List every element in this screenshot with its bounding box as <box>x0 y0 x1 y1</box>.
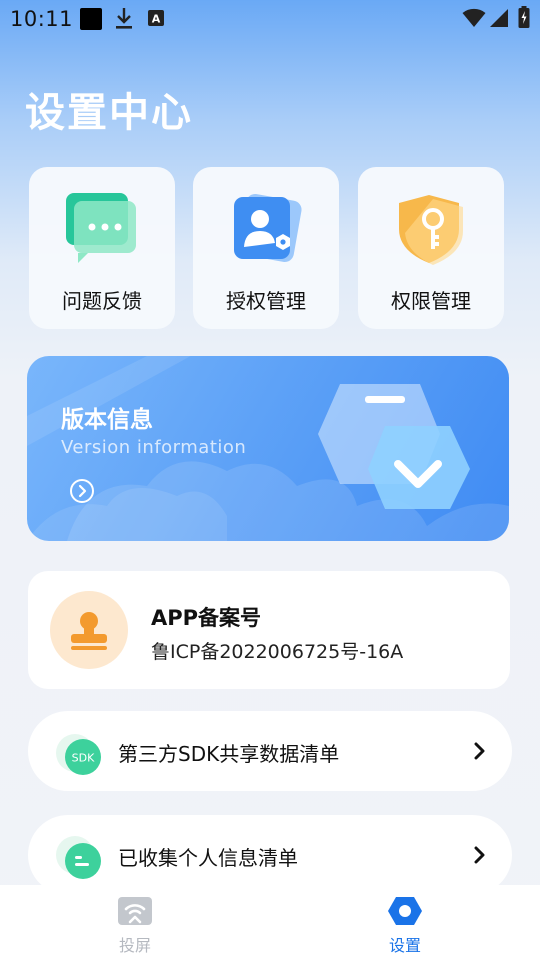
signal-icon <box>490 9 508 27</box>
svg-text:A: A <box>152 13 161 26</box>
personal-info-label: 已收集个人信息清单 <box>118 846 298 870</box>
input-method-icon: A <box>148 10 164 26</box>
bottom-nav: 投屏 设置 <box>0 885 540 960</box>
sdk-sharing-label: 第三方SDK共享数据清单 <box>118 742 340 766</box>
version-subtitle: Version information <box>61 437 247 458</box>
sdk-sharing-list-item[interactable]: SDK 第三方SDK共享数据清单 <box>28 711 512 791</box>
stamp-icon <box>50 591 128 669</box>
version-title: 版本信息 <box>61 407 153 433</box>
battery-charging-icon <box>518 6 530 28</box>
info-list-icon <box>56 836 101 879</box>
chat-bubble-icon <box>66 193 136 263</box>
wifi-icon <box>462 8 486 27</box>
settings-hexagon-icon <box>388 897 422 925</box>
record-title: APP备案号 <box>151 606 262 630</box>
status-time: 10:11 <box>10 7 74 31</box>
circle-arrow-right-icon[interactable] <box>69 478 95 504</box>
tab-cast-label: 投屏 <box>118 936 151 955</box>
authorization-card[interactable]: 授权管理 <box>193 167 339 329</box>
authorization-label: 授权管理 <box>226 289 306 313</box>
tab-settings[interactable]: 设置 <box>335 885 475 960</box>
feedback-card[interactable]: 问题反馈 <box>29 167 175 329</box>
shield-key-icon <box>399 195 463 265</box>
permission-label: 权限管理 <box>391 289 471 313</box>
version-info-card[interactable]: 版本信息 Version information <box>27 356 509 541</box>
cast-screen-icon <box>118 897 152 925</box>
personal-info-list-item[interactable]: 已收集个人信息清单 <box>28 815 512 895</box>
status-bar: 10:11 A <box>0 0 540 38</box>
chevron-right-icon <box>474 846 485 864</box>
sdk-icon-text: SDK <box>72 752 95 765</box>
user-auth-icon <box>234 194 302 262</box>
record-number: 鲁ICP备2022006725号-16A <box>151 641 404 663</box>
sdk-icon: SDK <box>56 734 101 775</box>
notification-square-icon <box>80 8 102 30</box>
tab-settings-label: 设置 <box>388 936 421 955</box>
download-icon <box>116 8 132 29</box>
feedback-label: 问题反馈 <box>62 289 142 313</box>
permission-card[interactable]: 权限管理 <box>358 167 504 329</box>
page-title: 设置中心 <box>25 90 193 136</box>
chevron-right-icon <box>474 742 485 760</box>
tab-cast[interactable]: 投屏 <box>65 885 205 960</box>
icp-record-card: APP备案号 鲁ICP备2022006725号-16A <box>28 571 510 689</box>
version-download-illustration <box>318 384 470 509</box>
